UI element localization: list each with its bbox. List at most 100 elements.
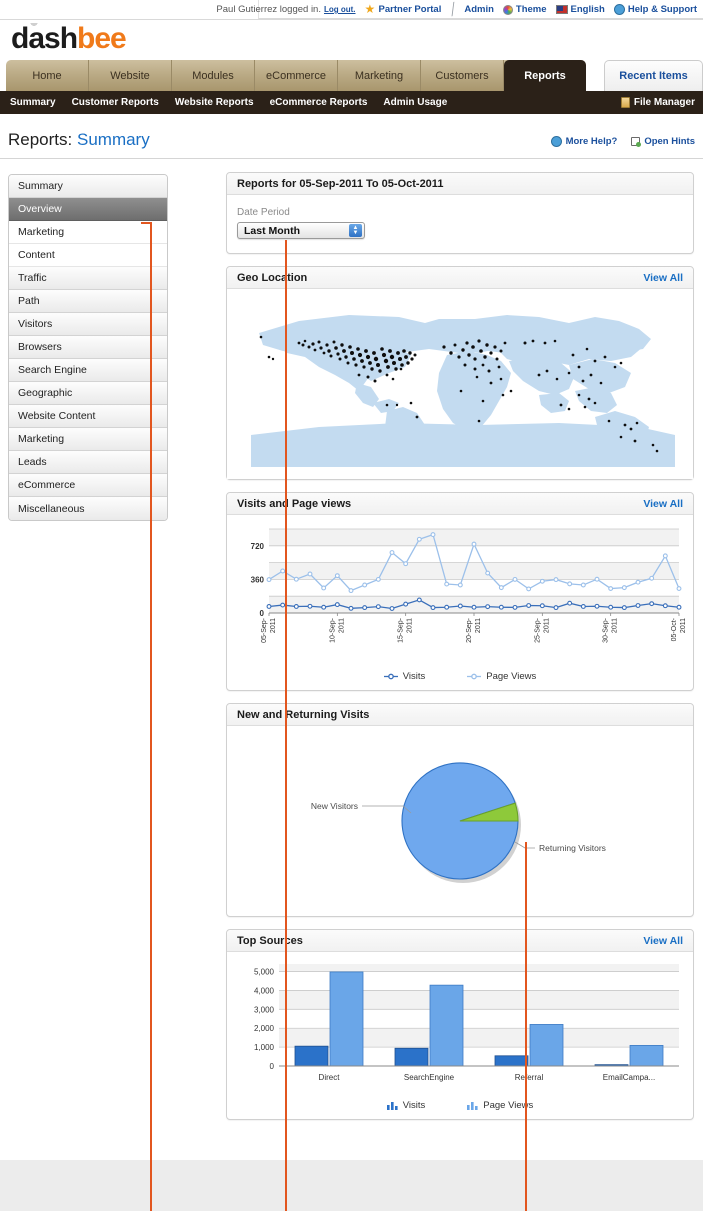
legend-bar-visits[interactable]: Visits — [386, 1100, 426, 1111]
svg-text:4,000: 4,000 — [254, 986, 275, 995]
admin-link[interactable]: ╱ Admin — [448, 3, 493, 17]
svg-text:05-Oct-: 05-Oct- — [671, 617, 678, 641]
svg-text:New Visitors: New Visitors — [311, 801, 358, 811]
subnav-active-indicator — [28, 23, 40, 28]
recent-items-tab[interactable]: Recent Items — [604, 60, 703, 91]
svg-text:Direct: Direct — [319, 1073, 341, 1082]
svg-text:3,000: 3,000 — [254, 1005, 275, 1014]
visits-view-all-link[interactable]: View All — [643, 498, 683, 510]
sidebar-item-ecommerce[interactable]: eCommerce — [9, 474, 167, 497]
app-window: Paul Gutierrez logged in. Log out. ★ Par… — [0, 0, 703, 1211]
line-chart-svg: 036072005-Sep- 2011 10-Sep- 2011 15-Sep- 2011… — [251, 528, 685, 643]
hint-icon — [631, 137, 642, 147]
sidebar-item-browsers[interactable]: Browsers — [9, 336, 167, 359]
svg-text:2011: 2011 — [680, 618, 685, 633]
sidebar-item-search-engine[interactable]: Search Engine — [9, 359, 167, 382]
subnav-item-customer-reports[interactable]: Customer Reports — [72, 97, 159, 108]
more-help-link[interactable]: More Help? — [550, 136, 618, 147]
sidebar-item-leads[interactable]: Leads — [9, 451, 167, 474]
svg-text:2011: 2011 — [612, 618, 619, 633]
pie-chart-svg: New Visitors Returning Visitors — [311, 762, 606, 883]
logged-in-status: Paul Gutierrez logged in. Log out. — [216, 4, 355, 15]
tab-website[interactable]: Website — [89, 60, 172, 91]
sidebar-item-miscellaneous[interactable]: Miscellaneous — [9, 497, 167, 520]
svg-text:720: 720 — [251, 542, 265, 551]
bar-legend-icon — [386, 1102, 398, 1110]
tab-marketing[interactable]: Marketing — [338, 60, 421, 91]
tab-reports[interactable]: Reports — [504, 60, 586, 91]
main-content: Reports for 05-Sep-2011 To 05-Oct-2011 D… — [226, 172, 694, 1132]
svg-text:EmailCampa...: EmailCampa... — [603, 1073, 655, 1082]
sidebar-item-marketing[interactable]: Marketing — [9, 221, 167, 244]
color-wheel-icon — [502, 4, 513, 15]
language-label: English — [570, 4, 605, 15]
sidebar-item-geographic[interactable]: Geographic — [9, 382, 167, 405]
legend-pageviews-label: Page Views — [486, 671, 537, 682]
sidebar-item-label: Content — [18, 249, 55, 261]
sidebar-item-marketing[interactable]: Marketing — [9, 428, 167, 451]
language-link[interactable]: English — [555, 4, 605, 15]
subnav-item-summary[interactable]: Summary — [10, 97, 56, 108]
tab-modules[interactable]: Modules — [172, 60, 255, 91]
subnav-item-website-reports[interactable]: Website Reports — [175, 97, 254, 108]
legend-pageviews[interactable]: Page Views — [467, 671, 536, 682]
svg-text:2011: 2011 — [407, 618, 414, 633]
sub-navigation: Summary Customer Reports Website Reports… — [0, 91, 703, 114]
date-range-header: Reports for 05-Sep-2011 To 05-Oct-2011 — [227, 173, 693, 195]
sidebar-item-content[interactable]: Content — [9, 244, 167, 267]
svg-text:2011: 2011 — [338, 618, 345, 633]
date-period-select[interactable]: Last Month ▲ ▼ — [237, 222, 365, 239]
svg-text:2011: 2011 — [475, 618, 482, 633]
more-help-label: More Help? — [565, 136, 618, 147]
legend-bar-pageviews-label: Page Views — [483, 1100, 534, 1111]
help-support-label: Help & Support — [627, 4, 697, 15]
help-support-link[interactable]: Help & Support — [613, 4, 697, 15]
bar-legend-icon — [467, 1102, 478, 1110]
partner-portal-label: Partner Portal — [378, 4, 442, 15]
map-landmasses — [251, 315, 675, 467]
sidebar-item-traffic[interactable]: Traffic — [9, 267, 167, 290]
top-sources-panel: Top Sources View All 0 1,000 2,000 3,000 4,0… — [226, 929, 694, 1120]
tab-customers[interactable]: Customers — [421, 60, 504, 91]
sidebar-item-overview[interactable]: Overview — [9, 198, 167, 221]
legend-marker-icon — [467, 673, 482, 680]
line-chart: 0 360 720 05-Sep- 2011 10-Sep- 2011 15-Sep- 2011… — [235, 521, 685, 669]
sidebar-item-label: Marketing — [18, 226, 65, 238]
page-title: Reports: Summary — [8, 130, 150, 150]
geo-view-all-link[interactable]: View All — [643, 272, 683, 284]
svg-text:2011: 2011 — [270, 618, 277, 633]
top-sources-header: Top Sources View All — [227, 930, 693, 952]
theme-link[interactable]: Theme — [502, 4, 547, 15]
top-sources-view-all-link[interactable]: View All — [643, 935, 683, 947]
visits-pageviews-body: 0 360 720 05-Sep- 2011 10-Sep- 2011 15-Sep- 2011… — [227, 515, 693, 690]
folder-icon — [620, 97, 630, 108]
file-manager-button[interactable]: File Manager — [620, 97, 695, 108]
open-hints-link[interactable]: Open Hints — [631, 136, 695, 147]
sidebar-item-label: Leads — [18, 456, 47, 468]
partner-portal-link[interactable]: ★ Partner Portal — [365, 3, 442, 15]
tab-home[interactable]: Home — [6, 60, 89, 91]
help-icon — [550, 136, 562, 147]
sidebar-item-summary[interactable]: Summary — [9, 175, 167, 198]
svg-text:05-Sep-: 05-Sep- — [261, 617, 268, 643]
date-range-panel: Reports for 05-Sep-2011 To 05-Oct-2011 D… — [226, 172, 694, 254]
subnav-item-admin-usage[interactable]: Admin Usage — [383, 97, 447, 108]
logout-link[interactable]: Log out. — [324, 5, 356, 14]
tab-ecommerce[interactable]: eCommerce — [255, 60, 338, 91]
theme-label: Theme — [515, 4, 547, 15]
stepper-icon[interactable]: ▲ ▼ — [349, 224, 362, 237]
utility-bar: Paul Gutierrez logged in. Log out. ★ Par… — [0, 0, 703, 20]
sidebar-item-label: eCommerce — [18, 479, 76, 491]
page-footer-texture — [0, 1160, 703, 1211]
sidebar-item-label: Overview — [18, 203, 62, 215]
sidebar-item-visitors[interactable]: Visitors — [9, 313, 167, 336]
sidebar-item-website-content[interactable]: Website Content — [9, 405, 167, 428]
subnav-item-ecommerce-reports[interactable]: eCommerce Reports — [270, 97, 368, 108]
legend-bar-pageviews[interactable]: Page Views — [467, 1100, 533, 1111]
flag-icon — [555, 5, 568, 14]
sidebar-item-path[interactable]: Path — [9, 290, 167, 313]
legend-bar-visits-label: Visits — [402, 1100, 426, 1111]
help-links: More Help? Open Hints — [550, 136, 695, 147]
new-returning-header: New and Returning Visits — [227, 704, 693, 726]
legend-visits[interactable]: Visits — [383, 671, 425, 682]
